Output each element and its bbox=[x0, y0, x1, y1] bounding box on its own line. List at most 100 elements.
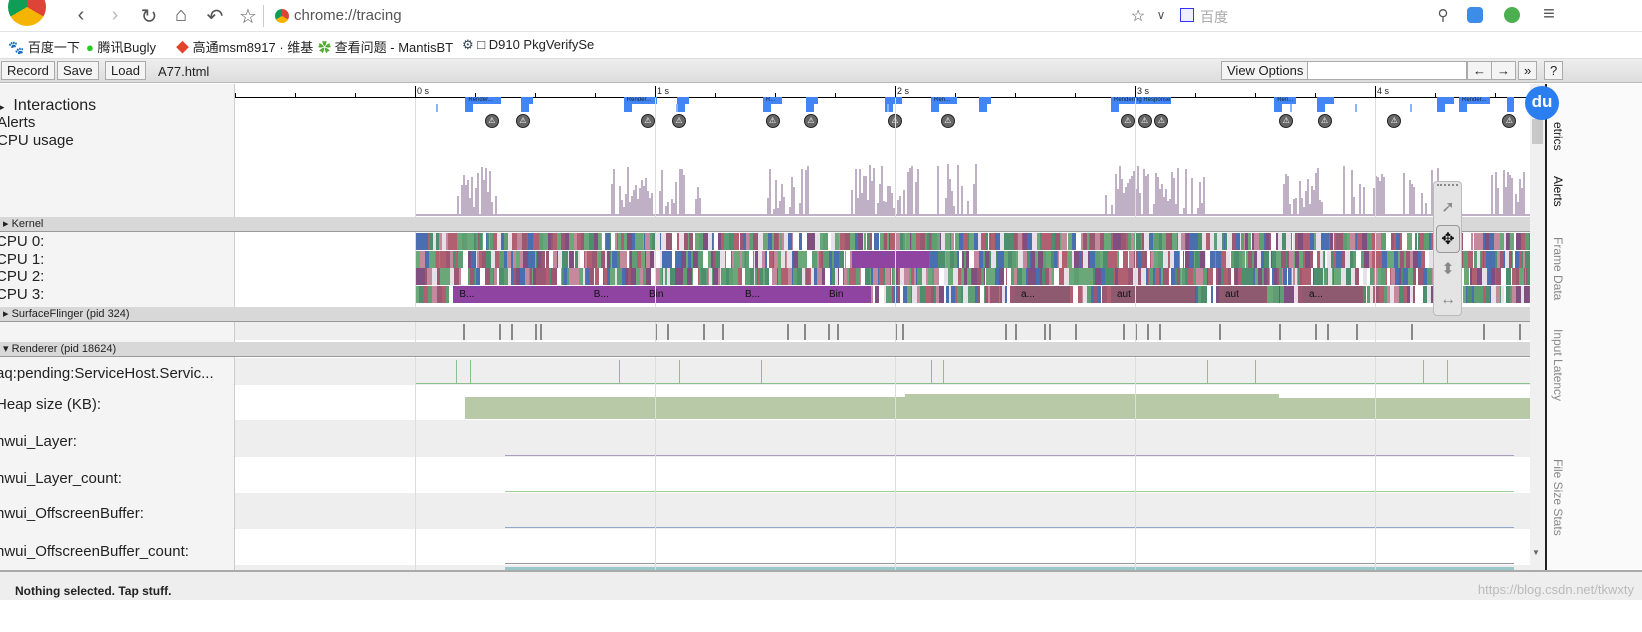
chevron-down-icon[interactable]: ∨ bbox=[1148, 8, 1174, 22]
alert-icon[interactable]: ⚠ bbox=[1502, 114, 1517, 128]
interaction-stub[interactable] bbox=[1507, 104, 1515, 112]
alert-icon[interactable]: ⚠ bbox=[1279, 114, 1294, 128]
view-options-button[interactable]: View Options bbox=[1221, 61, 1310, 80]
interaction-slice[interactable]: Ren... bbox=[1274, 97, 1296, 104]
scroll-thumb[interactable] bbox=[1532, 119, 1543, 144]
interaction-slice[interactable]: Render... bbox=[465, 97, 502, 104]
surfaceflinger-mark[interactable] bbox=[1219, 324, 1221, 340]
menu-icon[interactable]: ≡ bbox=[1536, 3, 1562, 26]
interaction-slice[interactable]: R... bbox=[763, 97, 783, 104]
surfaceflinger-mark[interactable] bbox=[539, 324, 542, 340]
cpu3-slice[interactable]: aut bbox=[1219, 285, 1267, 303]
surfaceflinger-mark[interactable] bbox=[463, 324, 465, 340]
surfaceflinger-mark[interactable] bbox=[1315, 324, 1317, 340]
cpu3-slice[interactable]: aut bbox=[1111, 285, 1195, 303]
drag-handle[interactable] bbox=[1437, 184, 1458, 189]
alert-icon[interactable]: ⚠ bbox=[484, 114, 499, 128]
interaction-stub[interactable] bbox=[931, 104, 939, 112]
cpu3-slice[interactable]: B... bbox=[739, 285, 823, 303]
alert-icon[interactable]: ⚠ bbox=[804, 114, 818, 128]
surfaceflinger-mark[interactable] bbox=[1005, 324, 1008, 340]
interaction-slice[interactable]: Render... bbox=[1459, 97, 1491, 104]
alert-icon[interactable]: ⚠ bbox=[1317, 114, 1332, 128]
surfaceflinger-mark[interactable] bbox=[1147, 324, 1149, 340]
alert-icon[interactable]: ⚠ bbox=[1154, 114, 1169, 128]
surfaceflinger-mark[interactable] bbox=[1123, 324, 1125, 340]
surfaceflinger-mark[interactable] bbox=[667, 324, 669, 340]
interaction-marker[interactable] bbox=[675, 104, 678, 112]
baidu-du-icon[interactable]: du bbox=[1525, 86, 1559, 120]
cpu3-slice[interactable]: B... bbox=[587, 285, 643, 303]
save-button[interactable]: Save bbox=[57, 61, 99, 80]
surfaceflinger-mark[interactable] bbox=[803, 324, 806, 340]
reload-icon[interactable]: ↻ bbox=[136, 4, 162, 29]
find-input[interactable] bbox=[1307, 61, 1467, 80]
interaction-stub[interactable] bbox=[979, 104, 987, 112]
heap-area[interactable] bbox=[904, 394, 1279, 419]
interaction-stub[interactable] bbox=[1437, 104, 1446, 112]
surfaceflinger-mark[interactable] bbox=[511, 324, 513, 340]
cpu3-slice[interactable]: a... bbox=[1015, 285, 1071, 303]
interactions-label[interactable]: ▸ Interactions bbox=[0, 97, 96, 115]
home-icon[interactable]: ⌂ bbox=[168, 4, 194, 27]
cpu1-slice[interactable] bbox=[851, 250, 929, 268]
heap-area[interactable] bbox=[465, 396, 905, 419]
heap-area[interactable] bbox=[1279, 397, 1530, 419]
interaction-stub[interactable] bbox=[763, 104, 771, 112]
interaction-stub[interactable] bbox=[1274, 104, 1283, 112]
timing-tool-icon[interactable]: ↔ bbox=[1436, 286, 1460, 314]
search-engine-box[interactable]: 百度 bbox=[1200, 7, 1228, 27]
extension-drop-icon[interactable] bbox=[1504, 7, 1520, 23]
interaction-slice[interactable] bbox=[520, 97, 533, 104]
surfaceflinger-header[interactable]: ▸ SurfaceFlinger (pid 324) bbox=[0, 307, 1530, 322]
forward-icon[interactable]: › bbox=[102, 4, 128, 27]
tab-file-size-stats[interactable]: File Size Stats bbox=[1551, 459, 1565, 536]
extension-icon[interactable] bbox=[1467, 7, 1483, 23]
surfaceflinger-mark[interactable] bbox=[902, 324, 905, 340]
alert-icon[interactable]: ⚠ bbox=[1120, 114, 1135, 128]
interaction-stub[interactable] bbox=[520, 104, 529, 112]
cpu3-slice[interactable]: a... bbox=[1303, 285, 1363, 303]
kernel-header[interactable]: ▸ Kernel bbox=[0, 217, 1530, 232]
interaction-slice[interactable] bbox=[1317, 97, 1335, 104]
surfaceflinger-mark[interactable] bbox=[1048, 324, 1051, 340]
cpu3-slice[interactable]: Bin bbox=[643, 285, 739, 303]
surfaceflinger-mark[interactable] bbox=[1043, 324, 1046, 340]
interaction-stub[interactable] bbox=[806, 104, 815, 112]
scroll-down-icon[interactable]: ▼ bbox=[1532, 548, 1540, 557]
interaction-marker[interactable] bbox=[887, 104, 889, 112]
surfaceflinger-mark[interactable] bbox=[837, 324, 840, 340]
renderer-header[interactable]: ▾ Renderer (pid 18624) bbox=[0, 342, 1530, 357]
surfaceflinger-mark[interactable] bbox=[1483, 324, 1485, 340]
surfaceflinger-mark[interactable] bbox=[499, 324, 501, 340]
bookmark-mantis[interactable]: ✿ 查看问题 - MantisBT bbox=[318, 37, 453, 56]
surfaceflinger-mark[interactable] bbox=[827, 324, 830, 340]
interaction-marker[interactable] bbox=[435, 104, 438, 112]
interaction-slice[interactable] bbox=[979, 97, 991, 104]
surfaceflinger-mark[interactable] bbox=[787, 324, 789, 340]
help-button[interactable]: ? bbox=[1544, 61, 1564, 80]
alert-icon[interactable]: ⚠ bbox=[1387, 114, 1402, 128]
surfaceflinger-mark[interactable] bbox=[1159, 324, 1161, 340]
bookmark-gitlab[interactable]: ◆ 高通msm8917 · 维基 bbox=[176, 37, 313, 56]
tab-alerts[interactable]: Alerts bbox=[1551, 176, 1565, 207]
interaction-slice[interactable]: Ren... bbox=[931, 97, 958, 104]
surfaceflinger-mark[interactable] bbox=[535, 324, 537, 340]
surfaceflinger-mark[interactable] bbox=[1411, 324, 1413, 340]
alert-icon[interactable]: ⚠ bbox=[940, 114, 955, 128]
interaction-stub[interactable] bbox=[1111, 104, 1119, 112]
tab-input-latency[interactable]: Input Latency bbox=[1551, 329, 1565, 401]
interaction-stub[interactable] bbox=[1459, 104, 1467, 112]
interaction-slice[interactable] bbox=[1437, 97, 1455, 104]
surfaceflinger-mark[interactable] bbox=[1327, 324, 1329, 340]
surfaceflinger-mark[interactable] bbox=[722, 324, 725, 340]
interaction-slice[interactable] bbox=[676, 97, 689, 104]
interaction-stub[interactable] bbox=[465, 104, 474, 112]
timeline-tracks[interactable]: 0 s 1 s 2 s 3 s 4 s Render... Render... R... Ren… bbox=[235, 84, 1530, 570]
star-icon[interactable]: ☆ bbox=[235, 4, 261, 29]
bookmark-d910[interactable]: ⚙ □ D910 PkgVerifySe bbox=[462, 37, 594, 53]
back-icon[interactable]: ‹ bbox=[68, 4, 94, 27]
record-button[interactable]: Record bbox=[1, 61, 55, 80]
interaction-slice[interactable]: Rendering Response bbox=[1111, 97, 1171, 104]
cpu3-slice[interactable]: B... bbox=[453, 285, 588, 303]
